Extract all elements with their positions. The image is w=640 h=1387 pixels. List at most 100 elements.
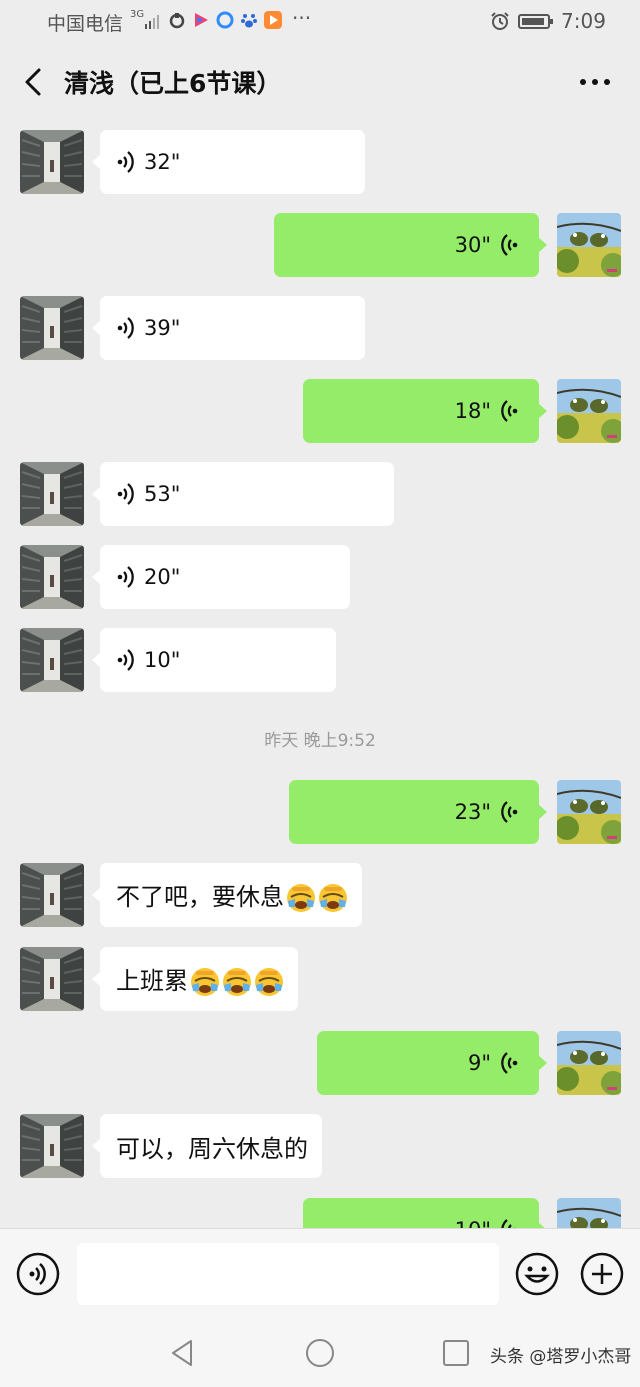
message-text: 上班累 xyxy=(116,961,298,997)
face-palm-crying-emoji-icon xyxy=(319,884,347,912)
incoming-voice-message[interactable]: 39" xyxy=(92,296,365,360)
back-arrow-icon[interactable] xyxy=(14,62,54,102)
outgoing-message-row: 10" xyxy=(0,1188,640,1228)
voice-duration: 10" xyxy=(144,648,181,672)
voice-duration: 30" xyxy=(454,233,491,257)
incoming-voice-message[interactable]: 32" xyxy=(92,130,365,194)
message-text-content: 可以，周六休息的 xyxy=(116,1134,308,1163)
recents-square-icon[interactable] xyxy=(441,1338,471,1368)
input-bar xyxy=(0,1228,640,1318)
user-avatar[interactable] xyxy=(557,1198,621,1228)
outgoing-voice-message[interactable]: 18" xyxy=(303,379,547,443)
status-bar: 中国电信 3G ··· 7:09 xyxy=(0,0,640,44)
user-avatar[interactable] xyxy=(557,1031,621,1095)
voice-duration: 9" xyxy=(467,1051,491,1075)
outgoing-message-row: 30" xyxy=(0,203,640,277)
outgoing-message-row: 9" xyxy=(0,1021,640,1095)
outgoing-voice-message[interactable]: 10" xyxy=(303,1198,547,1228)
message-text-content: 上班累 xyxy=(116,967,188,995)
home-circle-icon[interactable] xyxy=(305,1338,335,1368)
voice-duration: 23" xyxy=(454,800,491,824)
incoming-text-message[interactable]: 上班累 xyxy=(92,947,298,1011)
incoming-message-row: 20" xyxy=(0,535,640,609)
voice-duration: 18" xyxy=(454,399,491,423)
chat-timestamp: 昨天 晚上9:52 xyxy=(264,731,376,751)
voice-wave-icon xyxy=(501,801,518,823)
outgoing-voice-message[interactable]: 23" xyxy=(289,780,547,844)
incoming-message-row: 32" xyxy=(0,120,640,194)
app-notification-icon xyxy=(169,13,185,29)
contact-avatar[interactable] xyxy=(20,545,84,609)
watermark: 头条 @塔罗小杰哥 xyxy=(490,1347,632,1367)
voice-duration: 20" xyxy=(144,565,181,589)
voice-wave-icon xyxy=(501,234,518,256)
face-palm-crying-emoji-icon xyxy=(191,968,219,996)
voice-duration: 32" xyxy=(144,150,181,174)
voice-wave-icon xyxy=(117,649,134,671)
plus-icon[interactable] xyxy=(579,1251,625,1297)
incoming-message-row: 10" xyxy=(0,618,640,692)
user-avatar[interactable] xyxy=(557,379,621,443)
contact-avatar[interactable] xyxy=(20,863,84,927)
voice-duration: 10" xyxy=(455,1218,491,1228)
voice-wave-icon xyxy=(501,1219,517,1228)
more-notifications-icon: ··· xyxy=(292,6,312,30)
incoming-message-row: 上班累 xyxy=(0,937,640,1011)
emoji-icon[interactable] xyxy=(514,1251,560,1297)
face-palm-crying-emoji-icon xyxy=(223,968,251,996)
alarm-icon xyxy=(491,12,509,30)
signal-icon xyxy=(145,15,159,29)
voice-duration: 53" xyxy=(144,482,181,506)
browser-app-icon xyxy=(216,11,234,29)
player-app-icon xyxy=(264,11,282,29)
voice-wave-icon xyxy=(117,317,134,339)
face-palm-crying-emoji-icon xyxy=(287,884,315,912)
contact-avatar[interactable] xyxy=(20,628,84,692)
incoming-text-message[interactable]: 可以，周六休息的 xyxy=(92,1114,322,1178)
voice-wave-icon xyxy=(501,400,518,422)
incoming-message-row: 53" xyxy=(0,452,640,526)
contact-avatar[interactable] xyxy=(20,462,84,526)
voice-icon[interactable] xyxy=(15,1251,61,1297)
incoming-message-row: 39" xyxy=(0,286,640,360)
voice-wave-icon xyxy=(117,566,134,588)
incoming-message-row: 可以，周六休息的 xyxy=(0,1104,640,1178)
clock-time: 7:09 xyxy=(561,9,606,33)
carrier-label: 中国电信 xyxy=(47,13,124,35)
user-avatar[interactable] xyxy=(557,213,621,277)
battery-icon xyxy=(518,14,553,29)
network-type-label: 3G xyxy=(130,9,145,20)
more-options-icon[interactable] xyxy=(574,66,616,98)
message-text: 不了吧，要休息 xyxy=(116,877,362,913)
incoming-voice-message[interactable]: 10" xyxy=(92,628,336,692)
message-input[interactable] xyxy=(77,1243,499,1305)
user-avatar[interactable] xyxy=(557,780,621,844)
notification-icons xyxy=(168,11,282,29)
message-text: 可以，周六休息的 xyxy=(116,1129,322,1164)
back-triangle-icon[interactable] xyxy=(168,1338,198,1368)
contact-avatar[interactable] xyxy=(20,130,84,194)
incoming-voice-message[interactable]: 20" xyxy=(92,545,350,609)
video-app-icon xyxy=(195,13,208,27)
contact-avatar[interactable] xyxy=(20,296,84,360)
outgoing-voice-message[interactable]: 30" xyxy=(274,213,547,277)
voice-wave-icon xyxy=(501,1052,518,1074)
message-text-content: 不了吧，要休息 xyxy=(116,883,284,911)
voice-wave-icon xyxy=(117,483,134,505)
chat-header: 清浅（已上6节课） xyxy=(0,44,640,120)
system-nav-bar: 头条 @塔罗小杰哥 xyxy=(0,1318,640,1387)
outgoing-voice-message[interactable]: 9" xyxy=(317,1031,547,1095)
contact-avatar[interactable] xyxy=(20,1114,84,1178)
incoming-voice-message[interactable]: 53" xyxy=(92,462,394,526)
contact-avatar[interactable] xyxy=(20,947,84,1011)
incoming-message-row: 不了吧，要休息 xyxy=(0,853,640,927)
incoming-text-message[interactable]: 不了吧，要休息 xyxy=(92,863,362,927)
outgoing-message-row: 18" xyxy=(0,369,640,443)
voice-wave-icon xyxy=(117,151,134,173)
voice-duration: 39" xyxy=(144,316,181,340)
outgoing-message-row: 23" xyxy=(0,770,640,844)
baidu-app-icon xyxy=(241,14,257,28)
chat-title: 清浅（已上6节课） xyxy=(64,69,282,98)
message-list[interactable]: 32" 30" 39" 18" 53" 20" 10" 昨天 晚上9:52 23" 不了吧，要休息… xyxy=(0,120,640,1228)
face-palm-crying-emoji-icon xyxy=(255,968,283,996)
